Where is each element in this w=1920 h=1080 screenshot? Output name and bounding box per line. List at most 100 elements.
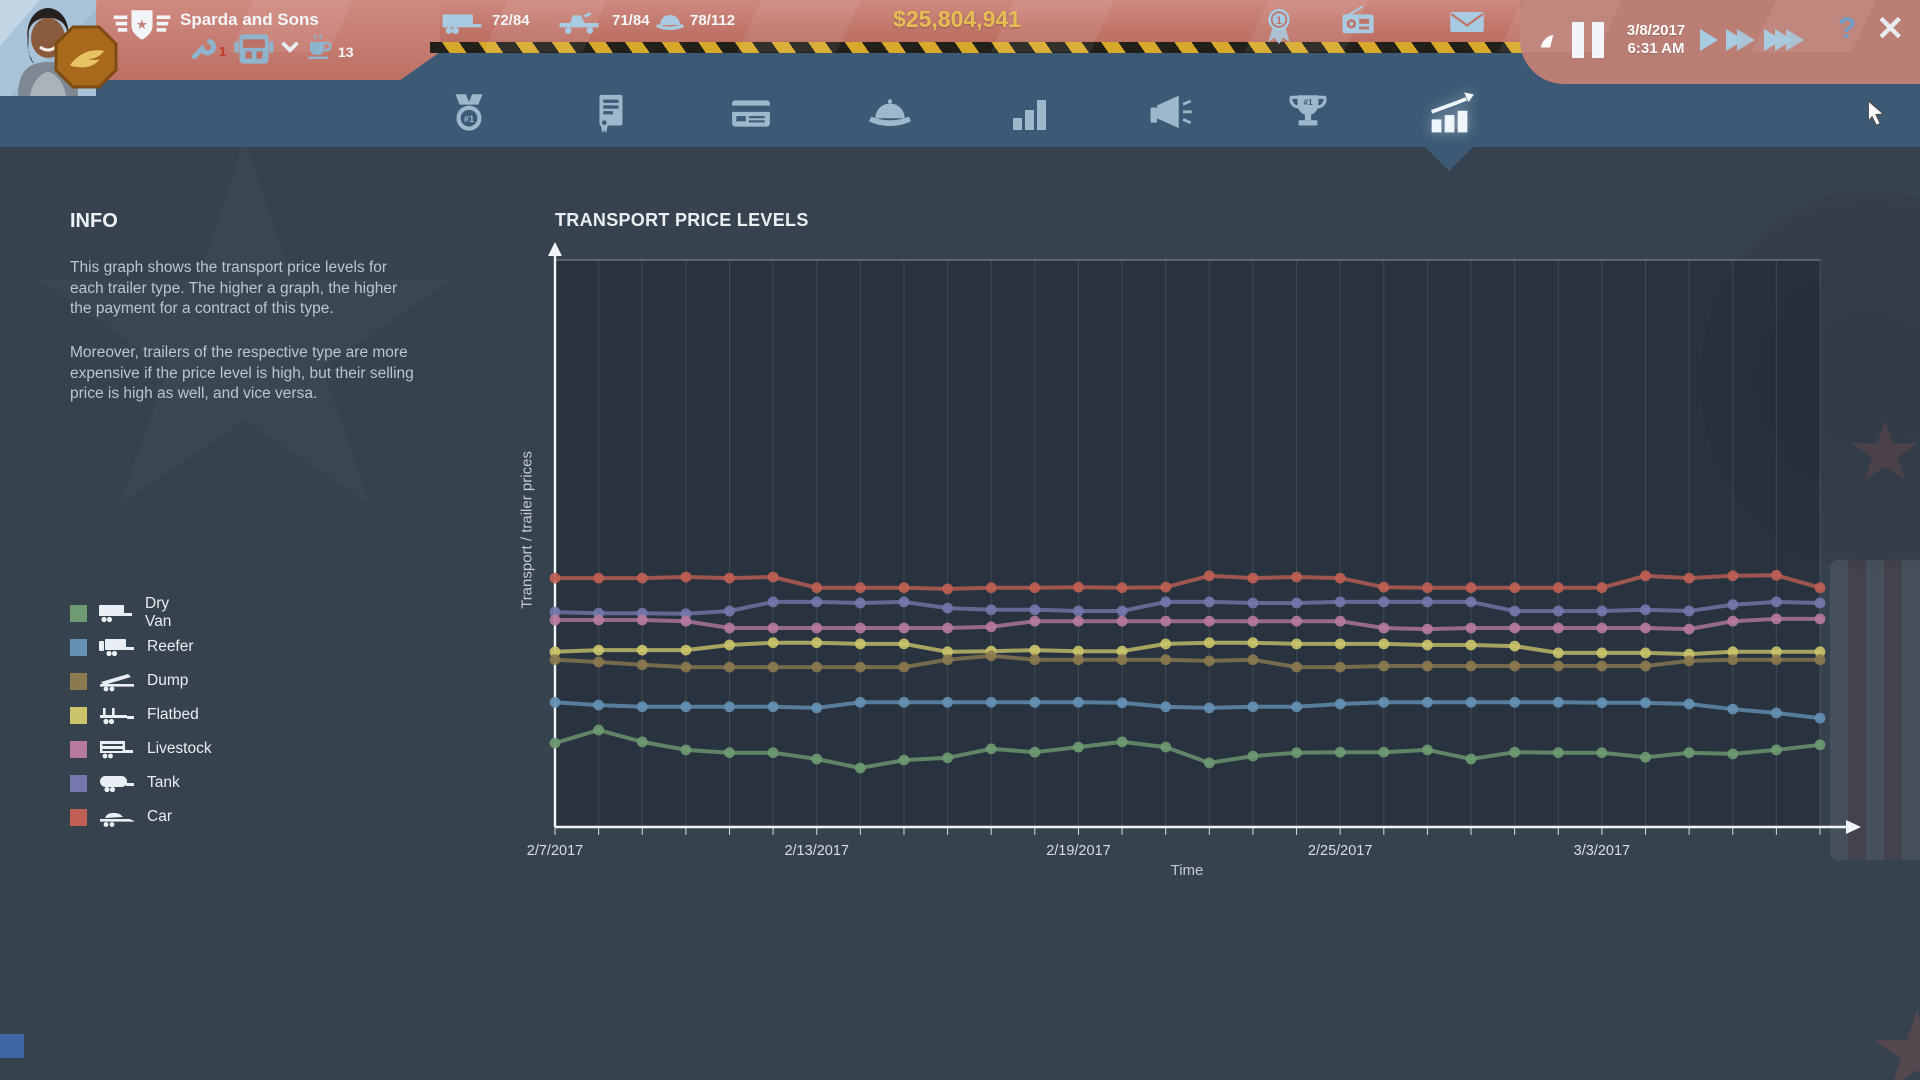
data-point [1335, 747, 1346, 758]
legend-item-car[interactable]: Car [70, 802, 172, 832]
data-point [1291, 747, 1302, 758]
data-point [1553, 606, 1564, 617]
nav-tab-finances[interactable] [717, 80, 785, 148]
data-point [942, 697, 953, 708]
data-point [855, 763, 866, 774]
pause-button[interactable] [1568, 20, 1610, 60]
data-point [1597, 623, 1608, 634]
trailers-count: 72/84 [492, 12, 530, 29]
data-point [1029, 697, 1040, 708]
legend-item-dump[interactable]: Dump [70, 666, 188, 696]
data-point [724, 623, 735, 634]
data-point [1509, 641, 1520, 652]
data-point [724, 573, 735, 584]
data-point [1509, 697, 1520, 708]
ribbon-badge-count: 1 [1276, 15, 1282, 27]
data-point [1597, 648, 1608, 659]
chart-canvas: 2/7/20172/13/20172/19/20172/25/20173/3/2… [520, 240, 1880, 900]
x-tick-label: 2/19/2017 [1046, 843, 1111, 859]
datetime-display: 3/8/2017 6:31 AM [1627, 22, 1685, 58]
data-point [1466, 697, 1477, 708]
data-point [724, 606, 735, 617]
data-point [1727, 654, 1738, 665]
data-point [1073, 606, 1084, 617]
data-point [1335, 573, 1346, 584]
company-level-badge[interactable] [52, 23, 120, 96]
nav-tab-statistics[interactable] [995, 80, 1063, 148]
data-point [550, 738, 561, 749]
fast-forward-button[interactable] [1724, 26, 1758, 54]
svg-text:★: ★ [136, 17, 148, 32]
legend-item-tank[interactable]: Tank [70, 768, 180, 798]
legend-item-flatbed[interactable]: Flatbed [70, 700, 199, 730]
data-point [811, 662, 822, 673]
data-point [1378, 582, 1389, 593]
data-point [1466, 754, 1477, 765]
data-point [637, 615, 648, 626]
play-button[interactable] [1698, 26, 1720, 54]
data-point [1029, 582, 1040, 593]
data-point [1248, 751, 1259, 762]
data-point [942, 623, 953, 634]
data-point [1597, 697, 1608, 708]
data-point [1815, 614, 1826, 625]
data-point [1553, 648, 1564, 659]
data-point [811, 623, 822, 634]
nav-tab-contracts[interactable] [576, 80, 644, 148]
data-point [1509, 747, 1520, 758]
x-tick-label: 3/3/2017 [1574, 843, 1630, 859]
close-button[interactable]: ✕ [1876, 12, 1905, 46]
data-point [1378, 597, 1389, 608]
data-point [1073, 742, 1084, 753]
truck-icon [556, 10, 602, 36]
dump-trailer-icon [97, 670, 137, 692]
data-point [637, 701, 648, 712]
data-point [1815, 654, 1826, 665]
data-point [1248, 616, 1259, 627]
money-display: $25,804,941 [893, 6, 1021, 33]
mail-icon[interactable] [1448, 8, 1486, 36]
fastest-forward-button[interactable] [1762, 26, 1808, 54]
data-point [1291, 598, 1302, 609]
data-point [1248, 701, 1259, 712]
data-point [1117, 606, 1128, 617]
nav-tab-marketing[interactable] [1135, 80, 1203, 148]
coffee-cup-icon[interactable] [305, 32, 335, 62]
flatbed-trailer-icon [97, 704, 137, 726]
data-point [986, 697, 997, 708]
credit-card-icon [725, 93, 777, 135]
minimized-window-square[interactable] [0, 1034, 24, 1058]
data-point [1029, 616, 1040, 627]
legend-color-swatch [70, 673, 87, 690]
repair-count-badge: 1 [219, 44, 226, 59]
radio-icon[interactable] [1338, 4, 1378, 38]
data-point [1509, 606, 1520, 617]
data-point [855, 662, 866, 673]
nav-tab-price-levels[interactable] [1415, 80, 1483, 148]
data-point [855, 639, 866, 650]
nav-tab-ranking[interactable]: #1 [1274, 80, 1342, 148]
data-point [1291, 662, 1302, 673]
nav-tab-achievements[interactable]: #1 [435, 80, 503, 148]
data-point [899, 755, 910, 766]
data-point [1466, 597, 1477, 608]
repair-wrench-icon[interactable] [188, 36, 216, 64]
trophy-icon: #1 [1283, 91, 1333, 137]
legend-item-dry-van[interactable]: Dry Van [70, 598, 173, 628]
data-point [1204, 616, 1215, 627]
legend-label: Flatbed [147, 706, 199, 724]
achievement-ribbon-icon[interactable]: 1 [1264, 6, 1294, 46]
legend-item-livestock[interactable]: Livestock [70, 734, 212, 764]
truck-menu-icon[interactable] [233, 32, 275, 66]
legend-color-swatch [70, 707, 87, 724]
data-point [1335, 639, 1346, 650]
data-point [1073, 697, 1084, 708]
chevron-down-icon[interactable] [280, 40, 300, 53]
nav-tab-staff[interactable] [856, 80, 924, 148]
help-button[interactable]: ? [1838, 12, 1856, 46]
data-point [1597, 747, 1608, 758]
data-point [724, 662, 735, 673]
legend-item-reefer[interactable]: Reefer [70, 632, 194, 662]
data-point [1422, 697, 1433, 708]
data-point [1640, 661, 1651, 672]
